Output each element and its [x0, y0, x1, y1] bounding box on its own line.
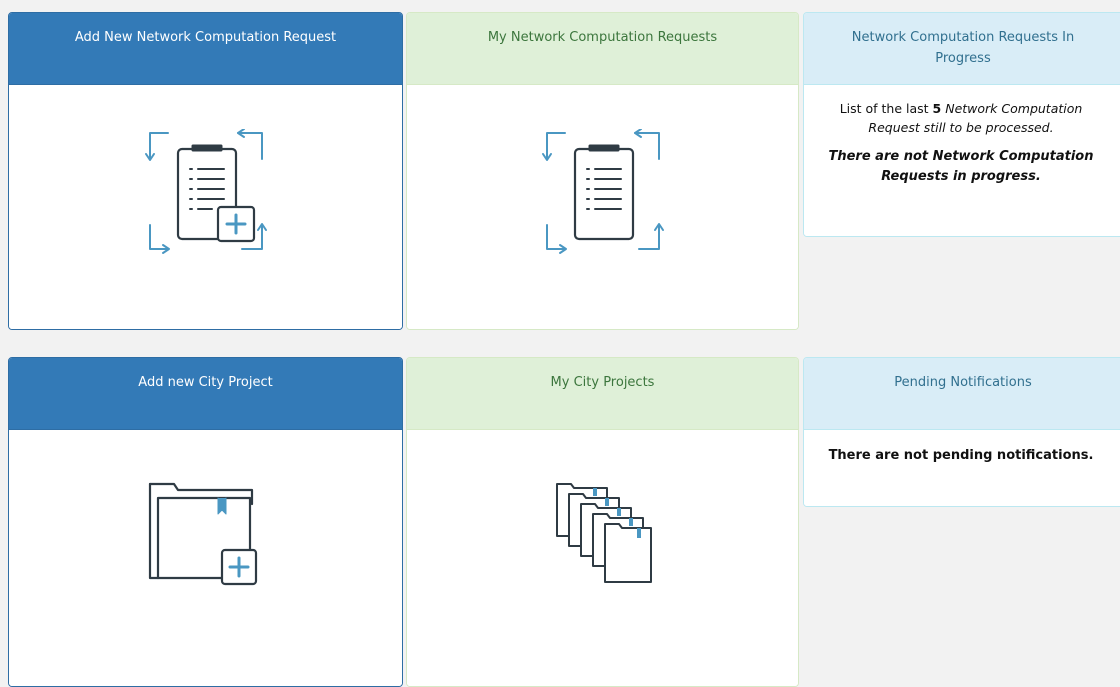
my-city-projects-tile[interactable]: My City Projects — [406, 357, 799, 687]
in-progress-description: List of the last 5 Network Computation R… — [839, 101, 1083, 135]
tile-title: Add new City Project — [138, 375, 273, 390]
folder-stack-icon[interactable] — [553, 482, 653, 586]
tile-header: Add new City Project — [9, 358, 402, 430]
clipboard-list-icon[interactable] — [535, 129, 671, 255]
tile-title: My Network Computation Requests — [487, 30, 718, 45]
clipboard-add-icon[interactable] — [138, 129, 274, 255]
in-progress-empty-message: There are not Network Computation Reques… — [828, 149, 1094, 184]
tile-title: Pending Notifications — [894, 375, 1032, 390]
list-count: 5 — [932, 101, 942, 116]
tile-title: Add New Network Computation Request — [74, 30, 337, 45]
requests-in-progress-tile: Network Computation Requests In Progress… — [803, 12, 1120, 237]
tile-header: My Network Computation Requests — [407, 13, 798, 85]
tile-header: Network Computation Requests In Progress — [804, 13, 1120, 85]
my-network-requests-tile[interactable]: My Network Computation Requests — [406, 12, 799, 330]
tile-title: My City Projects — [550, 375, 655, 390]
tile-header: Add New Network Computation Request — [9, 13, 402, 85]
notifications-empty-message: There are not pending notifications. — [828, 448, 1094, 463]
pending-notifications-tile: Pending Notifications There are not pend… — [803, 357, 1120, 507]
tile-header: My City Projects — [407, 358, 798, 430]
add-city-project-tile[interactable]: Add new City Project — [8, 357, 403, 687]
tile-header: Pending Notifications — [804, 358, 1120, 430]
tile-title: Network Computation Requests In Progress — [851, 30, 1075, 66]
folder-add-icon[interactable] — [144, 482, 268, 586]
add-network-request-tile[interactable]: Add New Network Computation Request — [8, 12, 403, 330]
